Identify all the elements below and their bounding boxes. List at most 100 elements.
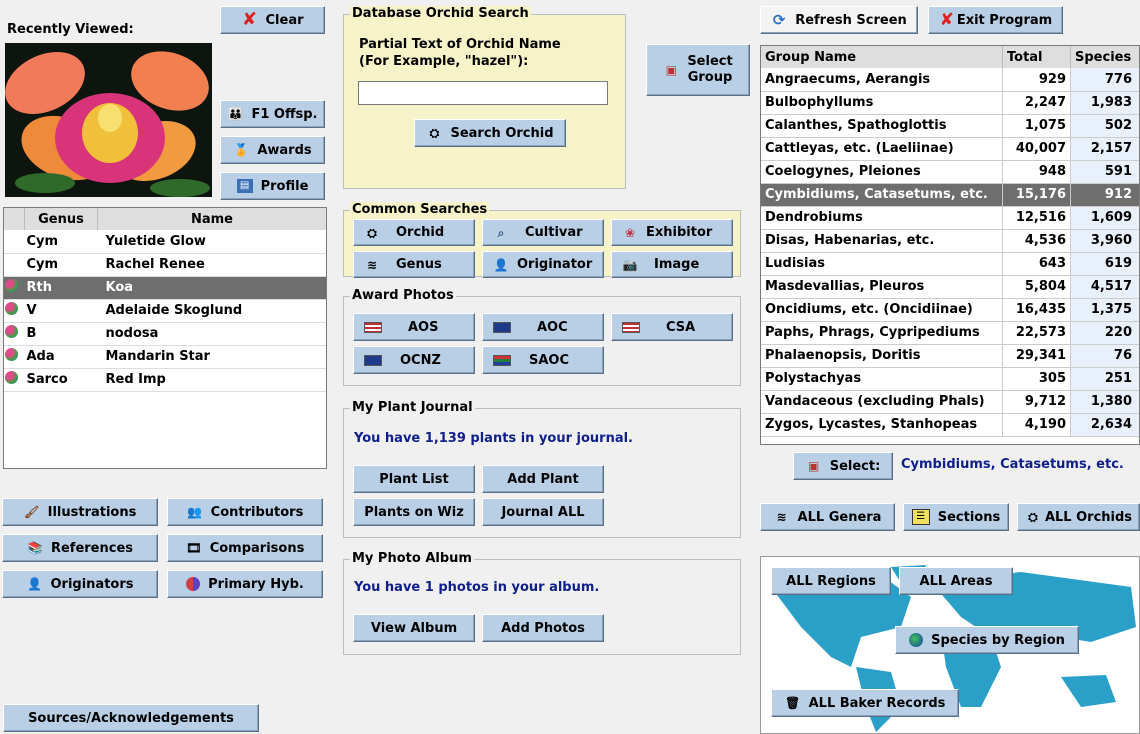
group-row[interactable]: Ludisias 643 619 <box>761 252 1139 276</box>
plants-on-wiz-button[interactable]: Plants on Wiz <box>353 498 475 526</box>
recent-row[interactable]: Bnodosa <box>4 322 326 346</box>
recent-row-genus: B <box>24 322 98 346</box>
all-genera-button[interactable]: ≋ ALL Genera <box>760 503 895 531</box>
saoc-button[interactable]: SAOC <box>482 346 604 374</box>
illustrations-button[interactable]: 🖌 Illustrations <box>2 498 158 526</box>
select-group-button[interactable]: ▣ Select Group <box>646 44 750 96</box>
award-photos-panel: Award Photos AOS AOC CSA OCNZ SAOC <box>343 288 741 386</box>
group-row[interactable]: Calanthes, Spathoglottis 1,075 502 <box>761 114 1139 138</box>
search-orchid-button[interactable]: ⛭ Search Orchid <box>414 119 566 147</box>
group-row-total: 305 <box>1002 367 1071 391</box>
all-areas-button[interactable]: ALL Areas <box>899 567 1013 595</box>
group-row-name: Zygos, Lycastes, Stanhopeas <box>761 413 1003 437</box>
brush-icon: 🖌 <box>24 505 40 519</box>
exhibitor-search-button[interactable]: ❀ Exhibitor <box>611 219 733 246</box>
originators-button[interactable]: 👤 Originators <box>2 570 158 598</box>
world-map[interactable]: ALL Regions ALL Areas Species by Region … <box>760 556 1140 734</box>
group-row[interactable]: Oncidiums, etc. (Oncidiinae) 16,435 1,375 <box>761 298 1139 322</box>
group-row[interactable]: Polystachyas 305 251 <box>761 367 1139 391</box>
total-column-header[interactable]: Total <box>1002 46 1071 68</box>
sections-button[interactable]: ☰ Sections <box>903 503 1009 531</box>
group-row-species: 220 <box>1070 321 1139 345</box>
plant-list-button[interactable]: Plant List <box>353 465 475 493</box>
folder-icon: ▣ <box>808 459 820 473</box>
group-row[interactable]: Coelogynes, Pleiones 948 591 <box>761 160 1139 184</box>
group-row[interactable]: Disas, Habenarias, etc. 4,536 3,960 <box>761 229 1139 253</box>
group-row[interactable]: Bulbophyllums 2,247 1,983 <box>761 91 1139 115</box>
recent-row[interactable]: Rth Koa <box>4 276 326 300</box>
genus-column-header[interactable]: Genus <box>24 208 98 230</box>
select-group-apply-button[interactable]: ▣ Select: <box>793 452 893 480</box>
profile-button[interactable]: ▤ Profile <box>220 172 325 200</box>
recent-row-icon-cell <box>4 276 25 300</box>
group-row-species: 1,380 <box>1070 390 1139 414</box>
orchid-name-input[interactable] <box>358 81 608 105</box>
genus-search-button[interactable]: ≋ Genus <box>353 251 475 278</box>
all-orchids-button[interactable]: ⛭ ALL Orchids <box>1017 503 1140 531</box>
journal-all-button[interactable]: Journal ALL <box>482 498 604 526</box>
group-row[interactable]: Vandaceous (excluding Phals) 9,712 1,380 <box>761 390 1139 414</box>
group-row[interactable]: Masdevallias, Pleuros 5,804 4,517 <box>761 275 1139 299</box>
comparisons-button[interactable]: 🎞 Comparisons <box>167 534 323 562</box>
group-row-species: 4,517 <box>1070 275 1139 299</box>
group-row-species: 1,609 <box>1070 206 1139 230</box>
group-row[interactable]: Phalaenopsis, Doritis 29,341 76 <box>761 344 1139 368</box>
person-icon: 👤 <box>27 577 42 591</box>
primary-hybrids-button[interactable]: Primary Hyb. <box>167 570 323 598</box>
recent-row-name: Red Imp <box>97 368 326 392</box>
plant-journal-legend: My Plant Journal <box>350 400 475 415</box>
group-row[interactable]: Zygos, Lycastes, Stanhopeas 4,190 2,634 <box>761 413 1139 437</box>
ocnz-button[interactable]: OCNZ <box>353 346 475 374</box>
orchid-search-button[interactable]: ⛭ Orchid <box>353 219 475 246</box>
species-by-region-button[interactable]: Species by Region <box>895 626 1079 654</box>
aoc-button[interactable]: AOC <box>482 313 604 341</box>
group-row[interactable]: Paphs, Phrags, Cypripediums 22,573 220 <box>761 321 1139 345</box>
sources-acknowledgements-button[interactable]: Sources/Acknowledgements <box>3 704 259 732</box>
all-baker-records-button[interactable]: 🗑 ALL Baker Records <box>771 689 959 717</box>
add-plant-button[interactable]: Add Plant <box>482 465 604 493</box>
species-column-header[interactable]: Species <box>1071 46 1140 68</box>
group-name-column-header[interactable]: Group Name <box>761 46 1003 68</box>
recent-row[interactable]: V Adelaide Skoglund <box>4 299 326 323</box>
group-row[interactable]: Cattleyas, etc. (Laeliinae) 40,007 2,157 <box>761 137 1139 161</box>
view-album-button[interactable]: View Album <box>353 614 475 642</box>
group-row-total: 4,190 <box>1002 413 1071 437</box>
recent-row-icon-cell <box>4 322 25 346</box>
contributors-icon: 👥 <box>187 505 203 519</box>
image-search-button[interactable]: 📷 Image <box>611 251 733 278</box>
aos-button[interactable]: AOS <box>353 313 475 341</box>
recent-row[interactable]: Cym Rachel Renee <box>4 253 326 277</box>
csa-button[interactable]: CSA <box>611 313 733 341</box>
clear-button[interactable]: ✘ Clear <box>220 6 325 34</box>
recently-viewed-title: Recently Viewed: <box>7 22 134 37</box>
us-flag-icon <box>622 321 640 333</box>
group-row[interactable]: Cymbidiums, Catasetums, etc. 15,176 912 <box>761 183 1139 207</box>
refresh-screen-button[interactable]: ⟳ Refresh Screen <box>760 6 918 34</box>
group-row[interactable]: Angraecums, Aerangis 929 776 <box>761 68 1139 92</box>
all-regions-button[interactable]: ALL Regions <box>771 567 891 595</box>
originator-search-button[interactable]: 👤 Originator <box>482 251 604 278</box>
f1-offspring-button[interactable]: 👪 F1 Offsp. <box>220 100 325 128</box>
red-x-icon: ✘ <box>241 9 258 30</box>
common-searches-legend: Common Searches <box>350 202 490 217</box>
exit-program-button[interactable]: ✘ Exit Program <box>928 6 1063 34</box>
group-row-total: 29,341 <box>1002 344 1071 368</box>
group-row-name: Masdevallias, Pleuros <box>761 275 1003 299</box>
globe-icon <box>909 633 924 647</box>
group-row-total: 643 <box>1002 252 1071 276</box>
cultivar-search-button[interactable]: ⌕ Cultivar <box>482 219 604 246</box>
add-photos-button[interactable]: Add Photos <box>482 614 604 642</box>
recent-row[interactable]: Ada Mandarin Star <box>4 345 326 369</box>
awards-button[interactable]: 🏅 Awards <box>220 136 325 164</box>
group-row-total: 948 <box>1002 160 1071 184</box>
name-column-header[interactable]: Name <box>98 208 327 230</box>
group-row-species: 619 <box>1070 252 1139 276</box>
recent-row[interactable]: Sarco Red Imp <box>4 368 326 392</box>
references-button[interactable]: 📚 References <box>2 534 158 562</box>
orchid-photo[interactable] <box>5 43 212 197</box>
recent-row[interactable]: Cym Yuletide Glow <box>4 230 326 254</box>
recent-row-genus: Cym <box>24 253 98 277</box>
contributors-button[interactable]: 👥 Contributors <box>167 498 323 526</box>
group-row[interactable]: Dendrobiums 12,516 1,609 <box>761 206 1139 230</box>
group-row-species: 912 <box>1070 183 1139 207</box>
